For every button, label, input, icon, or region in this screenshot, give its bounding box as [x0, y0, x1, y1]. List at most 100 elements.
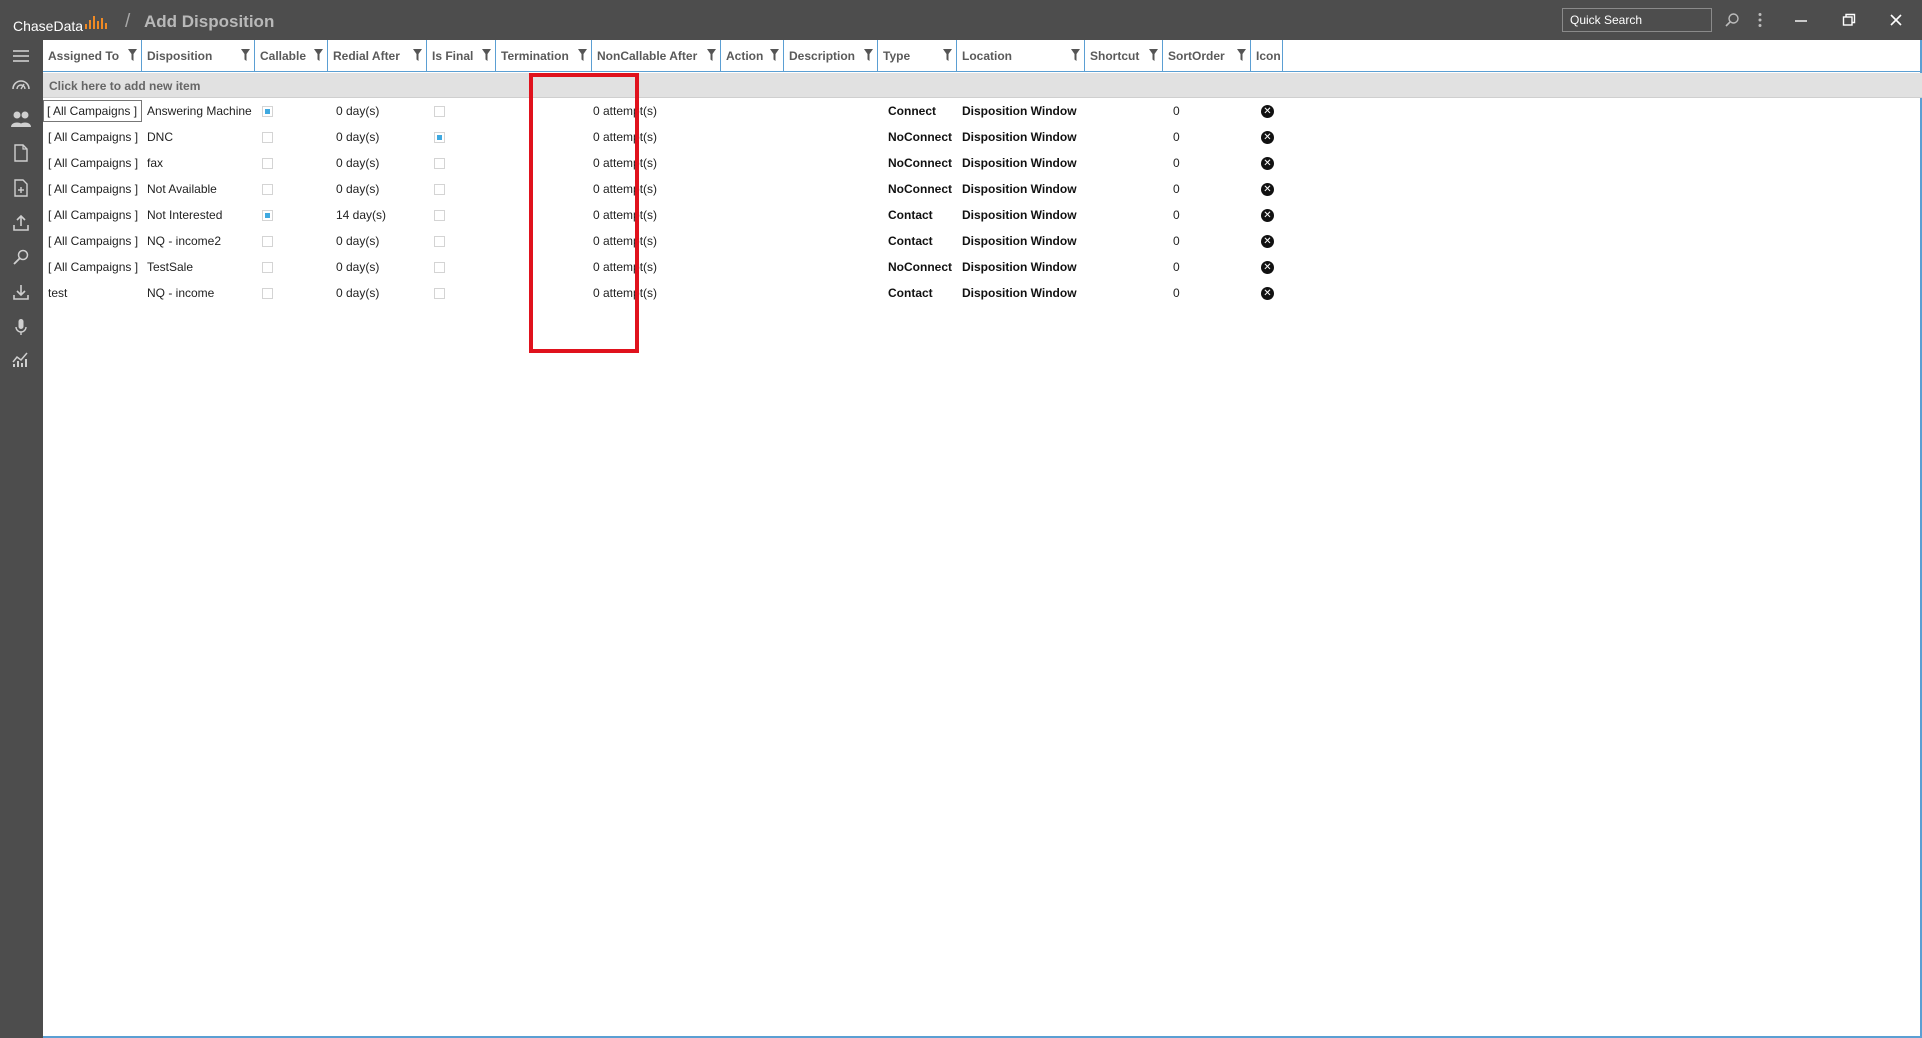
filter-icon[interactable] — [707, 49, 716, 61]
is-final-checkbox[interactable] — [434, 105, 445, 117]
microphone-icon[interactable] — [9, 315, 33, 339]
filter-icon[interactable] — [1071, 49, 1080, 61]
search-icon[interactable] — [1722, 8, 1742, 32]
add-new-item-label[interactable]: Click here to add new item — [49, 79, 200, 93]
column-header-redial-after[interactable]: Redial After — [328, 40, 427, 72]
cell-icon[interactable]: ✕ — [1251, 228, 1283, 254]
filter-icon[interactable] — [1237, 49, 1246, 61]
callable-checkbox[interactable] — [262, 287, 273, 299]
is-final-checkbox[interactable] — [434, 131, 445, 143]
download-icon[interactable] — [9, 280, 33, 304]
cell-callable[interactable] — [255, 228, 328, 254]
column-header-shortcut[interactable]: Shortcut — [1085, 40, 1163, 72]
column-header-action[interactable]: Action — [721, 40, 784, 72]
table-row[interactable]: [ All Campaigns ] fax 0 day(s) 0 attempt(s)… — [43, 150, 1922, 176]
table-row[interactable]: test NQ - income 0 day(s) 0 attempt(s) Conta… — [43, 280, 1922, 306]
cell-callable[interactable] — [255, 176, 328, 202]
delete-row-icon[interactable]: ✕ — [1261, 182, 1274, 196]
filter-icon[interactable] — [943, 49, 952, 61]
callable-checkbox[interactable] — [262, 131, 273, 143]
cell-is-final[interactable] — [427, 228, 496, 254]
cell-icon[interactable]: ✕ — [1251, 98, 1283, 124]
filter-icon[interactable] — [770, 49, 779, 61]
table-row[interactable]: [ All Campaigns ] Answering Machine 0 day(… — [43, 98, 1922, 124]
table-row[interactable]: [ All Campaigns ] DNC 0 day(s) 0 attempt(s)… — [43, 124, 1922, 150]
delete-row-icon[interactable]: ✕ — [1261, 234, 1274, 248]
add-document-icon[interactable] — [9, 176, 33, 200]
filter-icon[interactable] — [241, 49, 250, 61]
cell-callable[interactable] — [255, 124, 328, 150]
delete-row-icon[interactable]: ✕ — [1261, 286, 1274, 300]
callable-checkbox[interactable] — [262, 183, 273, 195]
table-row[interactable]: [ All Campaigns ] Not Available 0 day(s) 0 … — [43, 176, 1922, 202]
quick-search-input[interactable] — [1562, 8, 1712, 32]
cell-callable[interactable] — [255, 98, 328, 124]
is-final-checkbox[interactable] — [434, 157, 445, 169]
delete-row-icon[interactable]: ✕ — [1261, 208, 1274, 222]
column-header-icon[interactable]: Icon — [1251, 40, 1283, 72]
callable-checkbox[interactable] — [262, 261, 273, 273]
is-final-checkbox[interactable] — [434, 287, 445, 299]
filter-icon[interactable] — [128, 49, 137, 61]
column-header-callable[interactable]: Callable — [255, 40, 328, 72]
filter-icon[interactable] — [413, 49, 422, 61]
document-icon[interactable] — [9, 141, 33, 165]
cell-icon[interactable]: ✕ — [1251, 280, 1283, 306]
cell-callable[interactable] — [255, 202, 328, 228]
cell-is-final[interactable] — [427, 124, 496, 150]
restore-icon[interactable] — [1838, 8, 1860, 32]
cell-icon[interactable]: ✕ — [1251, 176, 1283, 202]
table-row[interactable]: [ All Campaigns ] TestSale 0 day(s) 0 attem… — [43, 254, 1922, 280]
column-header-type[interactable]: Type — [878, 40, 957, 72]
is-final-checkbox[interactable] — [434, 209, 445, 221]
column-header-assigned-to[interactable]: Assigned To — [43, 40, 142, 72]
add-new-item-row[interactable]: Click here to add new item — [43, 73, 1922, 98]
delete-row-icon[interactable]: ✕ — [1261, 104, 1274, 118]
column-header-description[interactable]: Description — [784, 40, 878, 72]
is-final-checkbox[interactable] — [434, 261, 445, 273]
filter-icon[interactable] — [314, 49, 323, 61]
cell-icon[interactable]: ✕ — [1251, 124, 1283, 150]
filter-icon[interactable] — [482, 49, 491, 61]
reports-icon[interactable] — [9, 347, 33, 371]
dashboard-icon[interactable] — [9, 72, 33, 96]
users-icon[interactable] — [9, 107, 33, 131]
callable-checkbox[interactable] — [262, 209, 273, 221]
cell-is-final[interactable] — [427, 150, 496, 176]
cell-icon[interactable]: ✕ — [1251, 202, 1283, 228]
callable-checkbox[interactable] — [262, 105, 273, 117]
table-row[interactable]: [ All Campaigns ] NQ - income2 0 day(s) 0 a… — [43, 228, 1922, 254]
cell-icon[interactable]: ✕ — [1251, 254, 1283, 280]
delete-row-icon[interactable]: ✕ — [1261, 260, 1274, 274]
table-row[interactable]: [ All Campaigns ] Not Interested 14 day(s)… — [43, 202, 1922, 228]
column-header-disposition[interactable]: Disposition — [142, 40, 255, 72]
cell-icon[interactable]: ✕ — [1251, 150, 1283, 176]
column-header-is-final[interactable]: Is Final — [427, 40, 496, 72]
filter-icon[interactable] — [864, 49, 873, 61]
column-header-noncallable-after[interactable]: NonCallable After — [592, 40, 721, 72]
cell-callable[interactable] — [255, 280, 328, 306]
close-icon[interactable] — [1885, 8, 1907, 32]
cell-is-final[interactable] — [427, 280, 496, 306]
column-header-location[interactable]: Location — [957, 40, 1085, 72]
is-final-checkbox[interactable] — [434, 183, 445, 195]
cell-is-final[interactable] — [427, 98, 496, 124]
cell-callable[interactable] — [255, 254, 328, 280]
is-final-checkbox[interactable] — [434, 235, 445, 247]
filter-icon[interactable] — [1149, 49, 1158, 61]
cell-is-final[interactable] — [427, 202, 496, 228]
callable-checkbox[interactable] — [262, 235, 273, 247]
delete-row-icon[interactable]: ✕ — [1261, 130, 1274, 144]
callable-checkbox[interactable] — [262, 157, 273, 169]
search-tool-icon[interactable] — [9, 245, 33, 269]
column-header-sort-order[interactable]: SortOrder — [1163, 40, 1251, 72]
upload-icon[interactable] — [9, 211, 33, 235]
menu-icon[interactable] — [9, 44, 33, 68]
filter-icon[interactable] — [578, 49, 587, 61]
cell-callable[interactable] — [255, 150, 328, 176]
minimize-icon[interactable] — [1790, 8, 1812, 32]
cell-is-final[interactable] — [427, 254, 496, 280]
more-vertical-icon[interactable] — [1752, 8, 1768, 32]
delete-row-icon[interactable]: ✕ — [1261, 156, 1274, 170]
cell-is-final[interactable] — [427, 176, 496, 202]
